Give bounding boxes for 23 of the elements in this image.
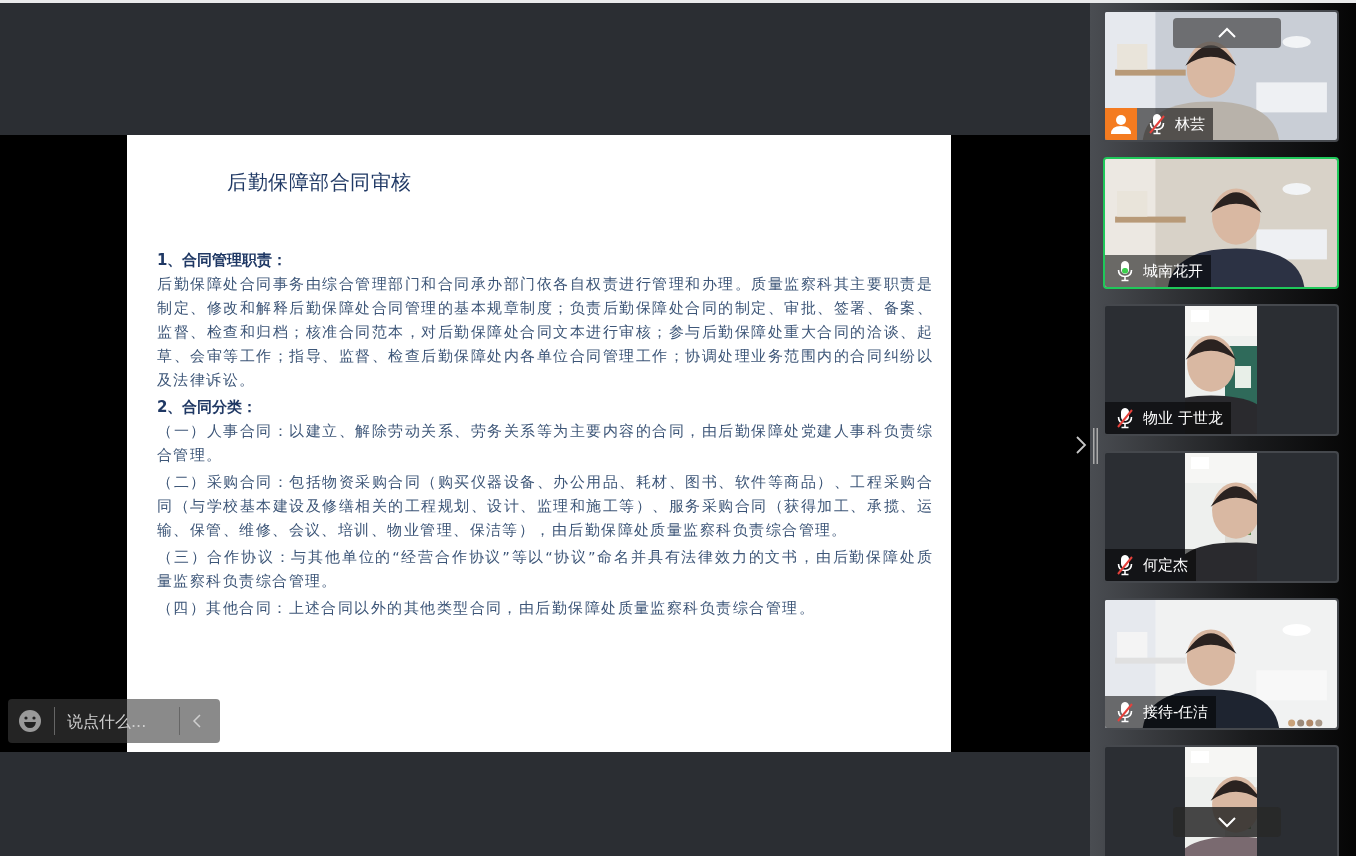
video-tile[interactable]: 接待-任洁 — [1103, 598, 1339, 730]
section-heading: 1、合同管理职责： — [157, 250, 289, 271]
video-tile[interactable]: 何定杰 — [1103, 451, 1339, 583]
drag-handle-icon[interactable] — [1093, 428, 1098, 464]
chevron-down-icon — [1217, 816, 1237, 828]
slide-title: 后勤保障部合同审核 — [227, 169, 413, 196]
participant-name: 城南花开 — [1143, 261, 1203, 281]
chevron-left-icon — [192, 713, 202, 729]
participant-name: 物业 于世龙 — [1143, 408, 1223, 428]
video-tile[interactable]: 林芸 — [1103, 10, 1339, 142]
emoji-icon[interactable] — [18, 709, 42, 733]
paragraph: 后勤保障处合同事务由综合管理部门和合同承办部门依各自权责进行管理和办理。质量监察科其主要职责是制定、修改和解释后勤保障处合同管理的基本规章制度；负责后勤保障处合同的制定、审批、签署、备案、监督、检查和归档；核准合同范本，对后勤保障处合同文本进行审核；参与后勤保障处重大合同的洽谈、起草、会审等工作；指导、监督、检查后勤保障处内各单位合同管理工作；协调处理业务范围内的合同纠纷以及法律诉讼。 — [157, 275, 933, 390]
paragraph: （一）人事合同：以建立、解除劳动关系、劳务关系等为主要内容的合同，由后勤保障处党建人事科负责综合管理。 — [157, 422, 933, 465]
participant-name: 林芸 — [1175, 114, 1205, 134]
video-tile[interactable]: 城南花开 — [1103, 157, 1339, 289]
participant-name: 何定杰 — [1143, 555, 1188, 575]
video-tile[interactable]: 物业 于世龙 — [1103, 304, 1339, 436]
section-heading: 2、合同分类： — [157, 397, 259, 418]
paragraph: （三）合作协议：与其他单位的“经营合作协议”等以“协议”命名并具有法律效力的文书，由后勤保障处质量监察科负责综合管理。 — [157, 548, 933, 591]
chevron-up-icon — [1217, 27, 1237, 39]
paragraph: （二）采购合同：包括物资采购合同（购买仪器设备、办公用品、耗材、图书、软件等商品）、工程采购合同（与学校基本建设及修缮相关的工程规划、设计、监理和施工等）、服务采购合同（获得加工、承揽、运输、保管、维修、会议、培训、物业管理、保洁等），由后勤保障处质量监察科负责综合管理。 — [157, 473, 933, 540]
paragraph: （四）其他合同：上述合同以外的其他类型合同，由后勤保障处质量监察科负责综合管理。 — [157, 599, 816, 618]
participant-name: 接待-任洁 — [1143, 702, 1209, 722]
